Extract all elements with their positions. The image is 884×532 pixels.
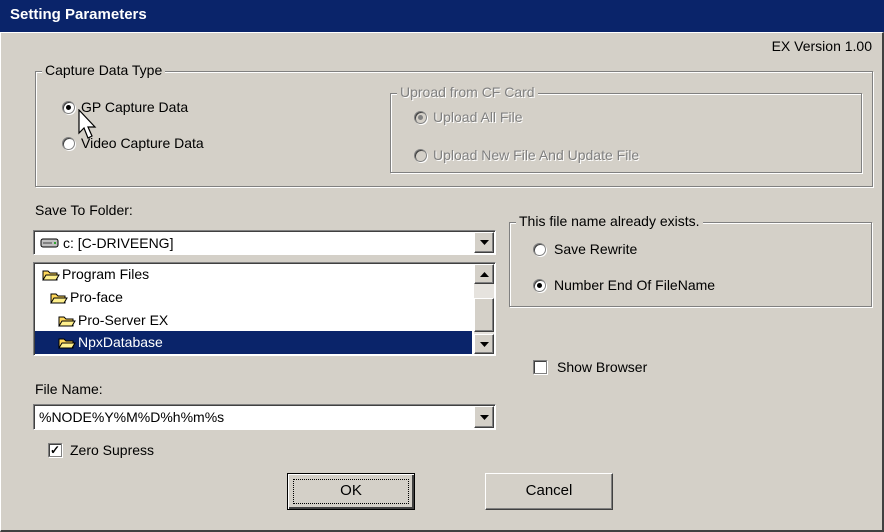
folder-label: Program Files [62,266,150,282]
triangle-up-icon [479,272,489,277]
folder-item-pro-face[interactable]: Pro-face [50,286,123,309]
folder-item-pro-server-ex[interactable]: Pro-Server EX [58,309,168,332]
zero-supress-checkbox[interactable]: ✓ Zero Supress [48,441,154,459]
file-name-value: %NODE%Y%M%D%h%m%s [39,409,225,425]
file-exists-label: This file name already exists. [516,213,703,229]
folder-scrollbar[interactable] [474,264,494,354]
number-end-label: Number End Of FileName [554,277,716,293]
cancel-button[interactable]: Cancel [485,473,613,510]
triangle-down-icon [479,342,489,347]
save-folder-label: Save To Folder: [35,202,133,218]
save-rewrite-label: Save Rewrite [554,241,638,257]
folder-label: Pro-Server EX [78,312,169,328]
folder-item-npxdatabase[interactable]: NpxDatabase [35,331,472,354]
video-capture-label: Video Capture Data [81,135,204,151]
ok-button[interactable]: OK [287,473,415,510]
scroll-thumb[interactable] [474,298,494,332]
scroll-down-button[interactable] [474,334,494,354]
folder-label: NpxDatabase [78,334,163,350]
title-bar: Setting Parameters [0,0,884,32]
radio-button[interactable] [62,136,75,150]
folder-open-icon [50,293,68,304]
scroll-up-button[interactable] [474,264,494,284]
window-title: Setting Parameters [10,6,147,23]
number-end-radio[interactable]: Number End Of FileName [533,276,715,294]
radio-dot [66,104,71,110]
file-name-input[interactable]: %NODE%Y%M%D%h%m%s [33,404,496,430]
cancel-label: Cancel [525,482,573,499]
capture-group-label: Capture Data Type [42,62,166,78]
upload-new-radio[interactable]: Upload New File And Update File [414,146,639,164]
show-browser-label: Show Browser [557,359,648,375]
show-browser-checkbox[interactable]: Show Browser [533,358,647,376]
radio-button[interactable] [533,278,546,292]
upload-group-label: Uproad from CF Card [397,84,538,100]
hard-drive-icon [40,238,59,248]
folder-open-icon [58,338,76,349]
save-rewrite-radio[interactable]: Save Rewrite [533,240,637,258]
video-capture-radio[interactable]: Video Capture Data [62,134,204,152]
radio-button[interactable] [62,100,75,114]
drive-value: c: [C-DRIVEENG] [63,235,174,251]
radio-dot [418,114,423,120]
checkbox[interactable] [533,360,547,374]
version-label: EX Version 1.00 [771,38,872,54]
drive-select[interactable]: c: [C-DRIVEENG] [33,230,496,255]
upload-new-label: Upload New File And Update File [433,147,640,163]
radio-button[interactable] [533,242,546,256]
upload-all-radio[interactable]: Upload All File [414,108,523,126]
folder-open-icon [58,316,76,327]
file-name-label: File Name: [35,381,103,397]
radio-button[interactable] [414,110,427,124]
radio-button[interactable] [414,148,427,162]
zero-supress-label: Zero Supress [70,442,155,458]
gp-capture-radio[interactable]: GP Capture Data [62,98,188,116]
checkbox[interactable]: ✓ [48,443,62,457]
focus-rect [293,479,409,504]
folder-item-program-files[interactable]: Program Files [42,263,149,286]
folder-label: Pro-face [70,289,123,305]
radio-dot [537,282,542,288]
folder-list[interactable]: Program Files Pro-face Pro-Server EX Npx… [33,262,496,356]
triangle-down-icon [479,415,489,420]
file-name-dropdown-button[interactable] [474,406,494,428]
folder-open-icon [42,270,60,281]
gp-capture-label: GP Capture Data [81,99,189,115]
upload-all-label: Upload All File [433,109,523,125]
file-exists-group [509,222,872,307]
drive-dropdown-button[interactable] [474,232,494,253]
triangle-down-icon [479,240,489,245]
